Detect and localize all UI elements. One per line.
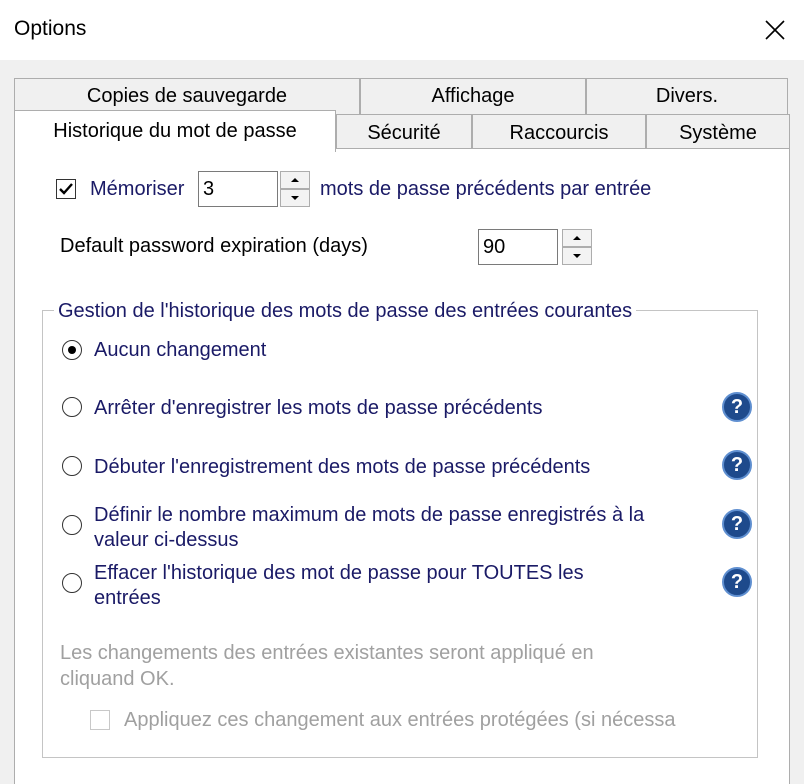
apply-protected-label: Appliquez ces changement aux entrées pro… (124, 709, 676, 731)
option-label-clear-history: Effacer l'historique des mot de passe po… (94, 562, 584, 609)
option-label-stop-saving: Arrêter d'enregistrer les mots de passe … (94, 397, 543, 419)
expiration-days-stepper[interactable] (562, 229, 592, 265)
window-title: Options (14, 17, 87, 40)
tab-affichage[interactable]: Affichage (360, 78, 586, 114)
help-icon[interactable]: ? (722, 392, 752, 422)
remember-suffix-label: mots de passe précédents par entrée (320, 178, 652, 200)
remember-checkbox[interactable] (56, 179, 76, 199)
expiration-days-input[interactable] (478, 229, 558, 265)
help-symbol: ? (730, 453, 744, 476)
tab-label: Sécurité (367, 122, 441, 144)
chevron-down-icon (291, 196, 299, 200)
tab-label: Affichage (431, 85, 515, 107)
help-icon[interactable]: ? (722, 509, 752, 539)
help-icon[interactable]: ? (722, 450, 752, 480)
tab-securite[interactable]: Sécurité (336, 114, 472, 152)
help-symbol: ? (730, 395, 744, 418)
stepper-down-button[interactable] (280, 189, 310, 207)
groupbox-title: Gestion de l'historique des mots de pass… (54, 300, 637, 323)
option-label-start-saving: Débuter l'enregistrement des mots de pas… (94, 456, 591, 478)
chevron-up-icon (291, 178, 299, 182)
option-label-set-maximum: Définir le nombre maximum de mots de pas… (94, 504, 645, 551)
tab-historique-du-mot-de-passe[interactable]: Historique du mot de passe (14, 110, 336, 152)
radio-no-change[interactable] (62, 340, 82, 360)
help-icon[interactable]: ? (722, 567, 752, 597)
radio-selected-dot (68, 346, 76, 354)
radio-set-maximum[interactable] (62, 515, 82, 535)
tab-label: Raccourcis (509, 122, 609, 144)
tab-divers[interactable]: Divers. (586, 78, 788, 114)
stepper-down-button[interactable] (562, 247, 592, 265)
tab-label: Système (679, 122, 757, 144)
checkmark-icon (59, 183, 73, 195)
option-label-no-change: Aucun changement (94, 339, 267, 361)
radio-start-saving[interactable] (62, 456, 82, 476)
radio-clear-history[interactable] (62, 573, 82, 593)
chevron-up-icon (573, 236, 581, 240)
tab-systeme[interactable]: Système (646, 114, 790, 152)
close-icon (765, 20, 785, 40)
close-button[interactable] (746, 0, 804, 60)
chevron-down-icon (573, 254, 581, 258)
tab-label: Copies de sauvegarde (86, 85, 288, 107)
apply-protected-checkbox[interactable] (90, 710, 110, 730)
stepper-up-button[interactable] (280, 171, 310, 189)
tab-copies-de-sauvegarde[interactable]: Copies de sauvegarde (14, 78, 360, 114)
remember-count-stepper[interactable] (280, 171, 310, 207)
help-symbol: ? (730, 512, 744, 535)
help-symbol: ? (730, 570, 744, 593)
tab-raccourcis[interactable]: Raccourcis (472, 114, 646, 152)
tab-label: Divers. (655, 85, 719, 107)
remember-label: Mémoriser (90, 178, 185, 200)
stepper-up-button[interactable] (562, 229, 592, 247)
remember-count-input[interactable] (198, 171, 278, 207)
changes-note: Les changements des entrées existantes s… (60, 642, 594, 690)
tab-label: Historique du mot de passe (53, 120, 297, 142)
radio-stop-saving[interactable] (62, 397, 82, 417)
expiration-label: Default password expiration (days) (60, 235, 368, 257)
title-bar: Options (0, 0, 804, 60)
